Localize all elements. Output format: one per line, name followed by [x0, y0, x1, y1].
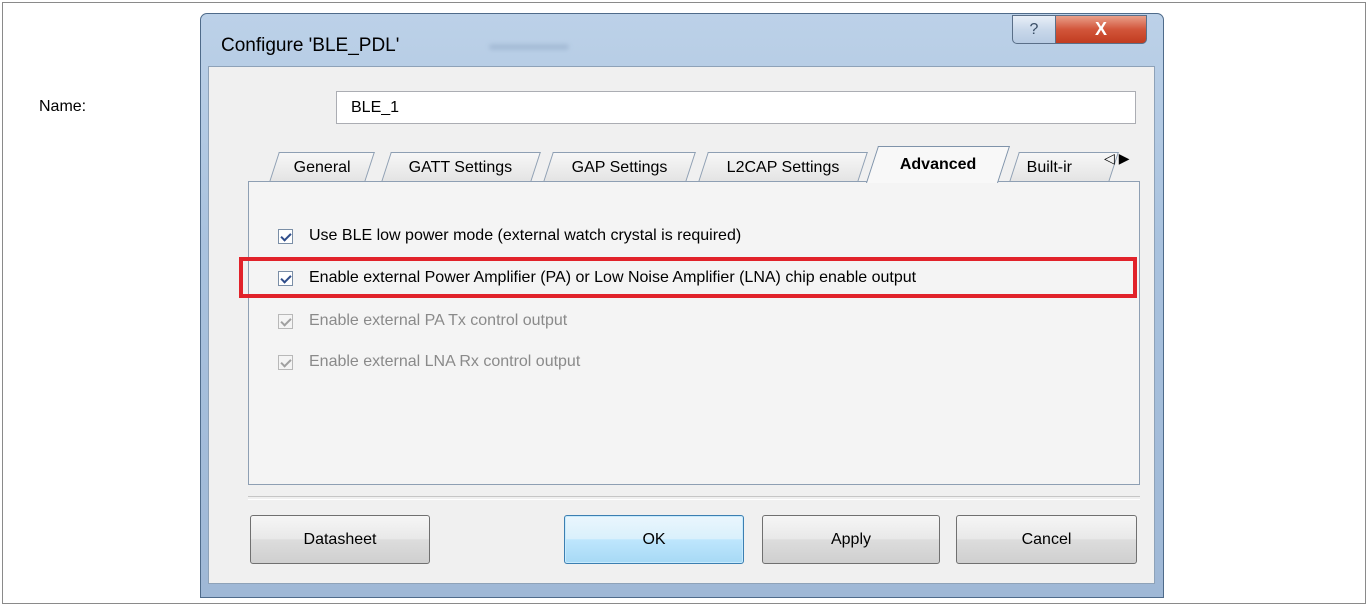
help-icon: ? — [1029, 20, 1039, 38]
window-title: Configure 'BLE_PDL' — [221, 35, 400, 56]
option-low-power-mode[interactable]: Use BLE low power mode (external watch c… — [278, 227, 741, 245]
lna-rx-control-label: Enable external LNA Rx control output — [309, 353, 581, 370]
pa-tx-control-label: Enable external PA Tx control output — [309, 312, 568, 329]
tab-scroll-right-icon[interactable]: ▶ — [1119, 150, 1130, 167]
close-button[interactable]: X — [1055, 15, 1147, 44]
pa-tx-control-checkbox — [278, 313, 293, 329]
tab-built-in[interactable]: Built-ir — [1009, 152, 1119, 182]
option-pa-tx-control: Enable external PA Tx control output — [278, 312, 567, 330]
low-power-mode-checkbox[interactable] — [278, 228, 293, 244]
tab-scroll-buttons: ◁ ▶ — [1104, 150, 1130, 167]
tab-strip: General GATT Settings GAP Settings L2CAP… — [248, 146, 1140, 183]
tab-scroll-left-icon[interactable]: ◁ — [1104, 150, 1115, 167]
button-separator — [248, 496, 1140, 500]
datasheet-button[interactable]: Datasheet — [250, 515, 430, 564]
close-icon: X — [1094, 19, 1107, 39]
option-lna-rx-control: Enable external LNA Rx control output — [278, 353, 580, 371]
apply-button[interactable]: Apply — [762, 515, 940, 564]
tab-gatt-settings[interactable]: GATT Settings — [381, 152, 541, 182]
tab-l2cap-settings[interactable]: L2CAP Settings — [698, 152, 868, 182]
cancel-button[interactable]: Cancel — [956, 515, 1137, 564]
ok-button[interactable]: OK — [564, 515, 744, 564]
highlight-box — [239, 257, 1137, 298]
name-input[interactable] — [336, 91, 1136, 124]
lna-rx-control-checkbox — [278, 354, 293, 370]
help-button[interactable]: ? — [1012, 15, 1056, 44]
title-bar-glare — [489, 44, 569, 50]
low-power-mode-label: Use BLE low power mode (external watch c… — [309, 227, 742, 244]
tab-advanced[interactable]: Advanced — [865, 146, 1011, 183]
tab-general[interactable]: General — [269, 152, 375, 182]
name-label: Name: — [39, 98, 87, 115]
tab-gap-settings[interactable]: GAP Settings — [543, 152, 696, 182]
title-bar[interactable]: Configure 'BLE_PDL' ? X — [201, 14, 1163, 64]
